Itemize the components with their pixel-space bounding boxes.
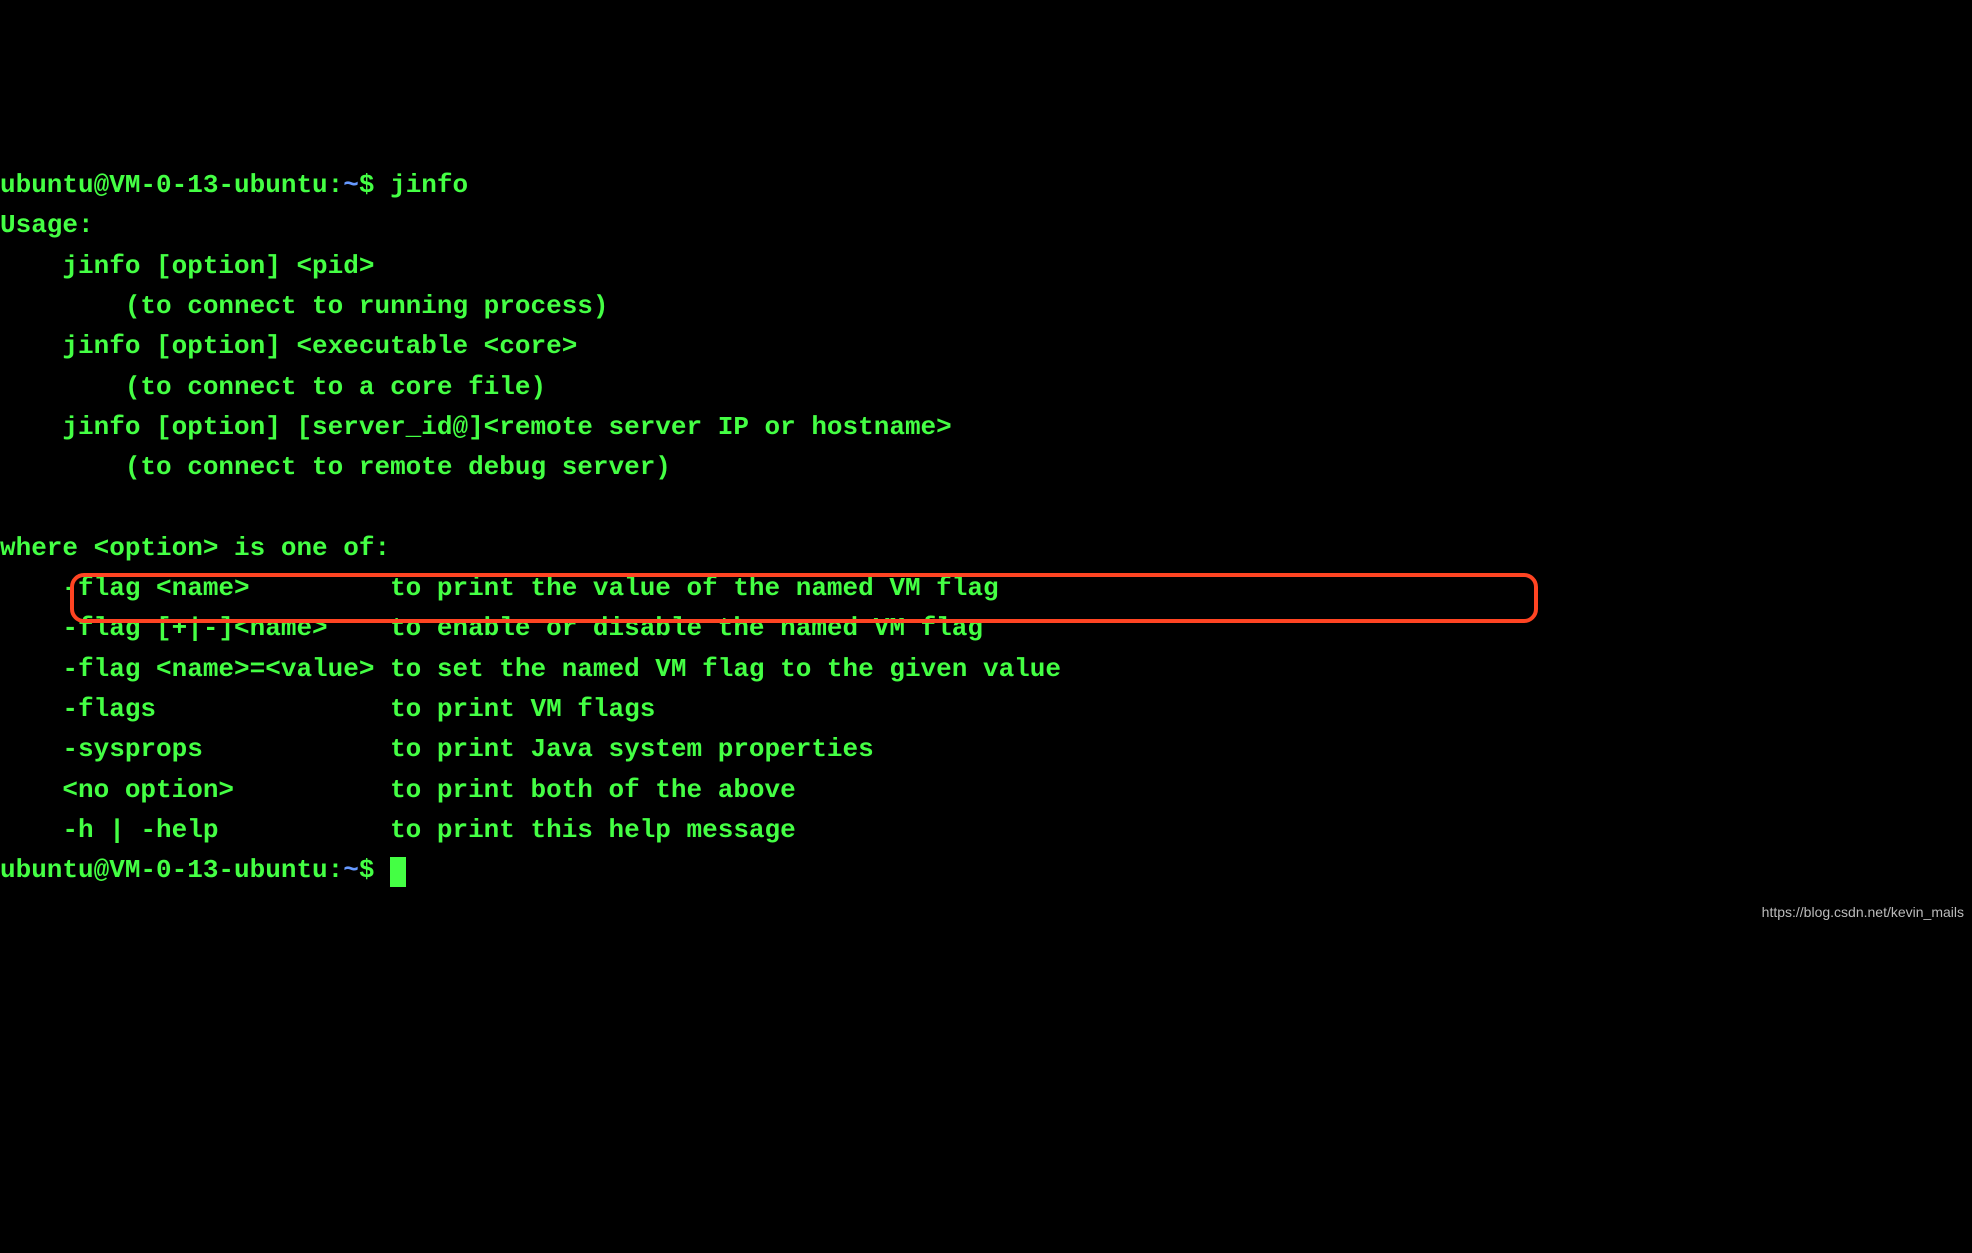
- prompt-colon: :: [328, 855, 344, 885]
- command-text: jinfo: [390, 170, 468, 200]
- terminal-output: ubuntu@VM-0-13-ubuntu:~$ jinfo Usage: ji…: [0, 165, 1972, 890]
- option-line: -flag <name>=<value> to set the named VM…: [0, 654, 1061, 684]
- option-line: -h | -help to print this help message: [0, 815, 796, 845]
- prompt-user-host: ubuntu@VM-0-13-ubuntu: [0, 170, 328, 200]
- usage-line: jinfo [option] <executable <core>: [0, 331, 577, 361]
- option-line: <no option> to print both of the above: [0, 775, 796, 805]
- usage-line: (to connect to a core file): [0, 372, 546, 402]
- usage-line: jinfo [option] <pid>: [0, 251, 374, 281]
- prompt-path: ~: [343, 170, 359, 200]
- option-line-highlighted: -flag [+|-]<name> to enable or disable t…: [0, 613, 983, 643]
- prompt-dollar: $: [359, 855, 390, 885]
- watermark-text: https://blog.csdn.net/kevin_mails: [1762, 902, 1964, 924]
- prompt-colon: :: [328, 170, 344, 200]
- option-line: -flags to print VM flags: [0, 694, 655, 724]
- option-line: -flag <name> to print the value of the n…: [0, 573, 999, 603]
- usage-header: Usage:: [0, 210, 94, 240]
- prompt-dollar: $: [359, 170, 390, 200]
- option-line: -sysprops to print Java system propertie…: [0, 734, 874, 764]
- usage-line: (to connect to remote debug server): [0, 452, 671, 482]
- prompt-path: ~: [343, 855, 359, 885]
- prompt-user-host: ubuntu@VM-0-13-ubuntu: [0, 855, 328, 885]
- where-header: where <option> is one of:: [0, 533, 390, 563]
- cursor-icon[interactable]: [390, 857, 406, 887]
- usage-line: (to connect to running process): [0, 291, 609, 321]
- usage-line: jinfo [option] [server_id@]<remote serve…: [0, 412, 952, 442]
